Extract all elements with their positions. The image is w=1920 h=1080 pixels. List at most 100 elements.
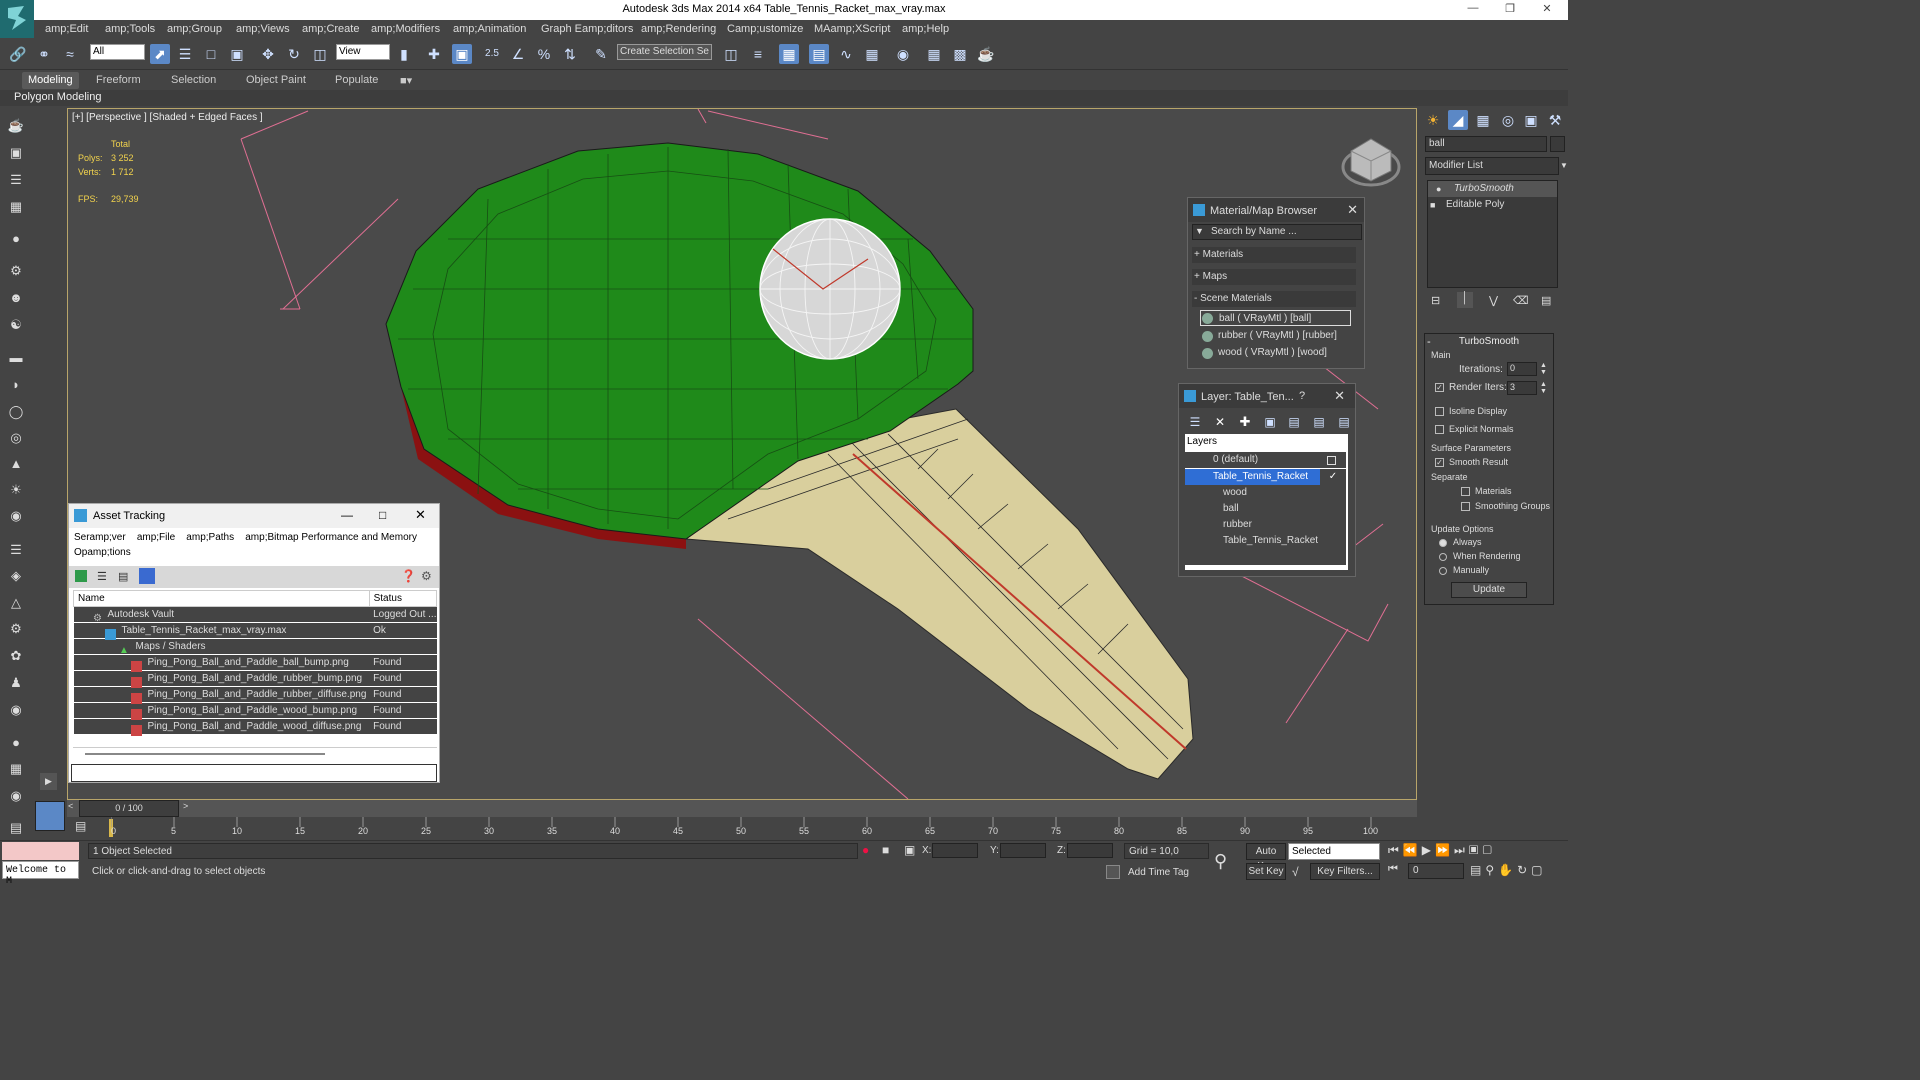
collapse-icon[interactable]: -	[1427, 336, 1431, 348]
z-coord-field[interactable]	[1067, 843, 1113, 858]
layer-table-tennis-racket[interactable]: Table_Tennis_Racket	[1185, 469, 1320, 485]
next-key-icon[interactable]: ⏩	[1435, 843, 1454, 857]
help-icon[interactable]: ?	[1299, 390, 1305, 402]
group-materials[interactable]: + Materials	[1192, 247, 1356, 263]
spinner-arrows-icon[interactable]: ▲ ▼	[1540, 362, 1547, 376]
freeze-all-icon[interactable]: ▤	[1334, 412, 1354, 432]
hemisphere-icon[interactable]: ◗	[6, 375, 26, 395]
tab-object-paint[interactable]: Object Paint	[246, 74, 306, 86]
track-bar[interactable]: ▤ 0 5 10 15 20 25 30 35 40 45 50 55 60 6…	[67, 817, 1417, 839]
expand-icon[interactable]: ■	[1430, 200, 1435, 210]
key-set-dropdown[interactable]: Selected	[1288, 843, 1380, 860]
material-editor-icon[interactable]: ◉	[893, 44, 913, 64]
explicit-normals-checkbox[interactable]	[1435, 425, 1444, 434]
human-icon[interactable]: ♟	[6, 673, 26, 693]
x-coord-field[interactable]	[932, 843, 978, 858]
minimize-icon[interactable]: —	[1463, 2, 1483, 14]
sphere-icon[interactable]: ●	[6, 229, 26, 249]
cone-icon[interactable]: ▲	[6, 454, 26, 474]
stack-editable-poly[interactable]: Editable Poly	[1428, 197, 1557, 213]
named-selection-dropdown[interactable]: Create Selection Se	[617, 44, 712, 60]
hide-all-icon[interactable]: ▤	[1309, 412, 1329, 432]
create-tab-icon[interactable]: ☀	[1423, 110, 1443, 130]
ref-coord-dropdown[interactable]: View	[336, 44, 390, 60]
chevron-down-icon[interactable]: ▼	[1560, 157, 1568, 175]
rendered-frame-icon[interactable]: ▩	[950, 44, 970, 64]
prev-frame-icon[interactable]: <	[68, 801, 73, 811]
lock-icon[interactable]: ■	[882, 843, 889, 857]
layer-child-wood[interactable]: wood	[1185, 485, 1346, 501]
teapot-icon[interactable]: ☕	[6, 116, 26, 136]
toggle-icon[interactable]: ◉	[6, 786, 26, 806]
default-layer-checkbox[interactable]	[1327, 456, 1336, 465]
motion-tab-icon[interactable]: ◎	[1498, 110, 1518, 130]
menu-modifiers[interactable]: amp;Modifiers	[371, 23, 440, 35]
edit-named-sel-icon[interactable]: ✎	[591, 44, 611, 64]
rollout-title[interactable]: TurboSmooth	[1425, 336, 1553, 347]
select-manipulate-icon[interactable]: ✚	[424, 44, 444, 64]
menu-create[interactable]: amp;Create	[302, 23, 359, 35]
percent-snap-icon[interactable]: %	[534, 44, 554, 64]
table-row[interactable]: Ping_Pong_Ball_and_Paddle_wood_diffuse.p…	[73, 718, 437, 735]
radio-always[interactable]	[1439, 539, 1447, 547]
menu-group[interactable]: amp;Group	[167, 23, 222, 35]
isolate-icon[interactable]: ●	[862, 843, 869, 857]
asset-menu-options[interactable]: Opamp;tions	[74, 547, 131, 558]
render-iters-checkbox[interactable]: ✓	[1435, 383, 1444, 392]
curve-editor-icon[interactable]: ∿	[836, 44, 856, 64]
table-row[interactable]: Ping_Pong_Ball_and_Paddle_rubber_bump.pn…	[73, 670, 437, 687]
key-filters-button[interactable]: Key Filters...	[1310, 863, 1380, 880]
window-crossing-icon[interactable]: ▣	[227, 44, 247, 64]
spinner-snap-icon[interactable]: ⇅	[560, 44, 580, 64]
pivot-icon[interactable]: ▮	[394, 44, 414, 64]
sep-materials-checkbox[interactable]	[1461, 487, 1470, 496]
close-icon[interactable]: ✕	[1334, 388, 1345, 404]
layer-manager-icon[interactable]: ▦	[779, 44, 799, 64]
object-name-field[interactable]: ball	[1425, 136, 1547, 152]
camera-icon[interactable]: ▣	[6, 143, 26, 163]
viewport-label[interactable]: [+] [Perspective ] [Shaded + Edged Faces…	[72, 112, 263, 123]
time-slider-thumb[interactable]: 0 / 100	[79, 800, 179, 817]
restore-icon[interactable]: ❐	[1500, 2, 1520, 15]
material-item-ball[interactable]: ball ( VRayMtl ) [ball]	[1200, 310, 1351, 326]
grid-icon[interactable]: ▦	[6, 197, 26, 217]
list-icon[interactable]: ☰	[6, 170, 26, 190]
object-color-swatch[interactable]	[1550, 136, 1565, 152]
active-layer-check-icon[interactable]: ✓	[1320, 469, 1346, 485]
layer-child-rubber[interactable]: rubber	[1185, 517, 1346, 533]
menu-maxscript[interactable]: MAamp;XScript	[814, 23, 890, 35]
pin-stack-icon[interactable]: ⊟	[1431, 294, 1440, 307]
globe-icon[interactable]: ●	[6, 733, 26, 753]
select-in-layer-icon[interactable]: ▣	[1260, 412, 1280, 432]
asset-path-field[interactable]	[71, 764, 437, 782]
asset-menu-bitmap[interactable]: amp;Bitmap Performance and Memory	[245, 532, 417, 543]
zoom-icon[interactable]: ⚲	[1485, 863, 1498, 877]
filter-icon[interactable]: ▼	[1195, 226, 1204, 236]
add-to-layer-icon[interactable]: ✚	[1235, 412, 1255, 432]
list-view-icon[interactable]: ☰	[97, 570, 107, 583]
key-icon[interactable]: ⚲	[1214, 851, 1227, 872]
menu-animation[interactable]: amp;Animation	[453, 23, 526, 35]
select-by-name-icon[interactable]: ☰	[175, 44, 195, 64]
tab-freeform[interactable]: Freeform	[96, 74, 141, 86]
maxscript-listener[interactable]: Welcome to M	[2, 861, 79, 887]
stairs-icon[interactable]: ☰	[6, 540, 26, 560]
isoline-checkbox[interactable]	[1435, 407, 1444, 416]
table-row[interactable]: Table_Tennis_Racket_max_vray.max Ok	[73, 622, 437, 639]
close-icon[interactable]: ✕	[415, 507, 426, 523]
mirror-icon[interactable]: ◫	[721, 44, 741, 64]
layer-titlebar[interactable]: Layer: Table_Ten... ? ✕	[1179, 384, 1355, 408]
table-view-icon[interactable]	[139, 568, 155, 584]
render-setup-icon[interactable]: ▦	[924, 44, 944, 64]
modify-tab-icon[interactable]: ◢	[1448, 110, 1468, 130]
asset-menu-file[interactable]: amp;File	[137, 532, 175, 543]
render-iters-spinner[interactable]: 3	[1507, 381, 1537, 395]
play-icon[interactable]: ▶	[1422, 843, 1435, 857]
auto-key-button[interactable]: Auto Key	[1246, 843, 1286, 872]
gear-icon[interactable]: ⚙	[6, 619, 26, 639]
menu-tools[interactable]: amp;Tools	[105, 23, 155, 35]
rect-selection-icon[interactable]: □	[201, 44, 221, 64]
show-end-result-icon[interactable]: │	[1457, 292, 1473, 308]
table-row[interactable]: Ping_Pong_Ball_and_Paddle_rubber_diffuse…	[73, 686, 437, 703]
lightbulb-icon[interactable]: ●	[1436, 184, 1441, 194]
